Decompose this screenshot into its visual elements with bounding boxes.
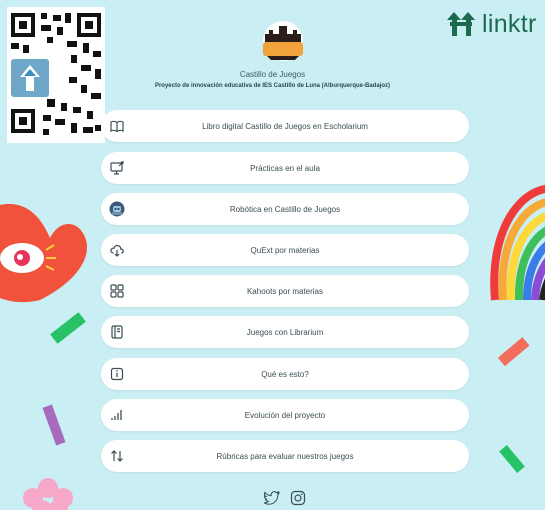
cloud-download-icon (109, 242, 125, 258)
confetti-green-right (499, 445, 525, 473)
info-icon (109, 366, 125, 382)
link-libro-digital[interactable]: Libro digital Castillo de Juegos en Esch… (101, 110, 469, 142)
screen-share-icon (109, 160, 125, 176)
link-label: Qué es esto? (261, 369, 309, 379)
sort-arrows-icon (109, 448, 125, 464)
instagram-link[interactable] (288, 488, 308, 508)
link-kahoots[interactable]: Kahoots por materias (101, 275, 469, 307)
castillo-de-juegos-logo (263, 21, 303, 61)
link-robotica[interactable]: Robótica en Castillo de Juegos (101, 193, 469, 225)
link-librarium[interactable]: Juegos con Librarium (101, 316, 469, 348)
link-label: QuExt por materias (250, 245, 320, 255)
link-label: Libro digital Castillo de Juegos en Esch… (202, 121, 368, 131)
twitter-link[interactable] (262, 488, 282, 508)
bar-chart-icon (109, 407, 125, 423)
confetti-green (50, 312, 86, 344)
confetti-coral (497, 337, 530, 367)
link-rubricas[interactable]: Rúbricas para evaluar nuestros juegos (101, 440, 469, 472)
brand-name: linktr (482, 9, 537, 38)
link-quext[interactable]: QuExt por materias (101, 234, 469, 266)
link-label: Prácticas en el aula (250, 163, 320, 173)
instagram-icon (290, 490, 306, 506)
twitter-icon (264, 491, 280, 505)
confetti-purple (42, 404, 66, 446)
robot-icon (109, 201, 125, 217)
linktree-brand[interactable]: linktr (446, 9, 537, 39)
link-label: Rúbricas para evaluar nuestros juegos (216, 451, 354, 461)
notebook-icon (109, 324, 125, 340)
link-evolucion[interactable]: Evolución del proyecto (101, 399, 469, 431)
link-que-es-esto[interactable]: Qué es esto? (101, 358, 469, 390)
link-label: Kahoots por materias (246, 286, 324, 296)
profile-description: Proyecto de innovación educativa de IES … (154, 83, 391, 89)
link-label: Robótica en Castillo de Juegos (229, 204, 341, 214)
link-label: Evolución del proyecto (244, 410, 326, 420)
grid-icon (109, 283, 125, 299)
book-icon (109, 118, 125, 134)
profile-title: Castillo de Juegos (239, 70, 306, 79)
link-practicas[interactable]: Prácticas en el aula (101, 152, 469, 184)
flower-shape (23, 478, 73, 510)
link-label: Juegos con Librarium (246, 327, 324, 337)
rainbow-shape (490, 185, 545, 301)
linktree-logo-icon (447, 12, 475, 36)
